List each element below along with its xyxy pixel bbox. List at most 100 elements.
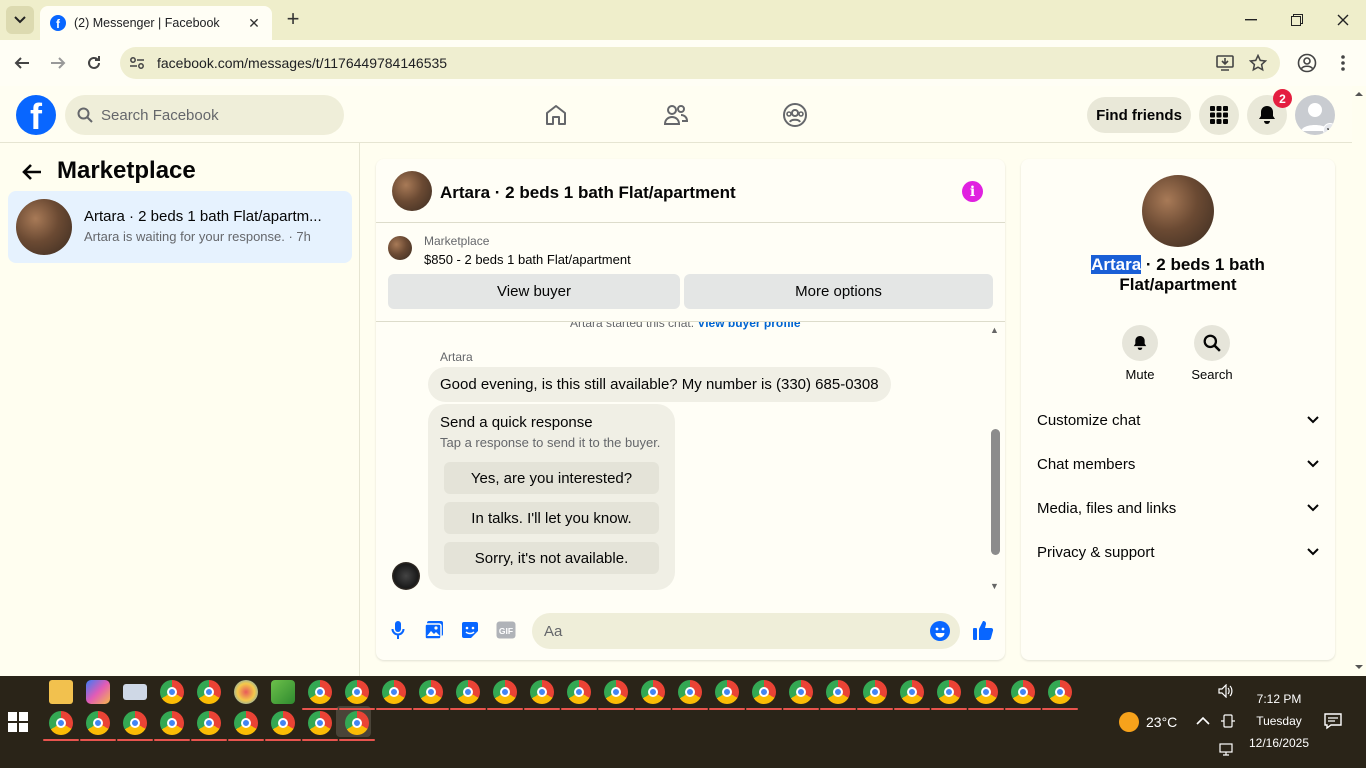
new-tab-plus-icon[interactable]: + — [282, 8, 304, 30]
file-explorer-icon[interactable] — [49, 680, 73, 704]
clock-time[interactable]: 7:12 PM — [1248, 692, 1310, 706]
more-options-button[interactable]: More options — [684, 274, 993, 309]
search-input[interactable] — [101, 106, 321, 124]
photo-icon[interactable] — [423, 619, 445, 641]
message-input-field[interactable] — [532, 613, 960, 649]
customize-chat-section[interactable]: Customize chat — [1037, 398, 1319, 442]
chrome-taskbar-icon[interactable] — [228, 711, 264, 741]
scroll-up-arrow-icon[interactable]: ▲ — [990, 325, 999, 335]
chrome-taskbar-icon[interactable] — [1005, 680, 1041, 710]
friends-icon[interactable] — [661, 100, 691, 130]
conversation-item[interactable]: Artara · 2 beds 1 bath Flat/apartm... Ar… — [8, 191, 352, 263]
minimize-window-icon[interactable] — [1228, 0, 1274, 40]
account-avatar[interactable] — [1295, 95, 1335, 135]
chrome-taskbar-icon[interactable] — [154, 711, 190, 741]
chrome-taskbar-icon[interactable] — [487, 680, 523, 710]
tab-close-icon[interactable]: ✕ — [246, 15, 262, 32]
chrome-taskbar-icon[interactable] — [635, 680, 671, 710]
browser-tab-messenger[interactable]: f (2) Messenger | Facebook ✕ — [40, 6, 272, 40]
chrome-taskbar-icon[interactable] — [43, 711, 79, 741]
address-bar[interactable]: facebook.com/messages/t/1176449784146535 — [120, 47, 1280, 79]
chrome-taskbar-icon[interactable] — [80, 711, 116, 741]
scroll-down-arrow-icon[interactable]: ▼ — [990, 581, 999, 591]
chrome-taskbar-icon[interactable] — [450, 680, 486, 710]
listing-thumbnail[interactable] — [392, 171, 432, 211]
chat-members-section[interactable]: Chat members — [1037, 442, 1319, 486]
quick-response-option[interactable]: In talks. I'll let you know. — [444, 502, 659, 534]
clock-date[interactable]: 12/16/2025 — [1242, 736, 1316, 750]
sticker-icon[interactable] — [459, 619, 481, 641]
restore-window-icon[interactable] — [1274, 0, 1320, 40]
game-icon[interactable] — [271, 680, 295, 704]
chrome-taskbar-icon[interactable] — [894, 680, 930, 710]
quick-response-option[interactable]: Yes, are you interested? — [444, 462, 659, 494]
back-arrow-icon[interactable] — [20, 160, 44, 184]
info-icon[interactable]: i — [962, 181, 983, 202]
network-icon[interactable] — [1219, 743, 1235, 757]
bookmark-star-icon[interactable] — [1246, 51, 1270, 75]
search-in-conversation-button[interactable]: Search — [1182, 325, 1242, 382]
facebook-logo[interactable]: f — [16, 95, 56, 135]
clock-day[interactable]: Tuesday — [1248, 714, 1310, 728]
groups-icon[interactable] — [780, 100, 810, 130]
chrome-taskbar-icon[interactable] — [339, 680, 375, 710]
scroll-down-arrow-icon[interactable] — [1352, 662, 1366, 672]
quick-response-option[interactable]: Sorry, it's not available. — [444, 542, 659, 574]
chrome-taskbar-icon[interactable] — [160, 680, 184, 704]
weather-sun-icon[interactable] — [1119, 712, 1139, 732]
chrome-taskbar-icon[interactable] — [672, 680, 708, 710]
page-scrollbar[interactable] — [1352, 86, 1366, 676]
emoji-icon[interactable] — [930, 621, 950, 641]
scrollbar-thumb[interactable] — [991, 429, 1000, 555]
browser-menu-icon[interactable] — [1331, 51, 1355, 75]
chrome-taskbar-icon[interactable] — [117, 711, 153, 741]
chrome-taskbar-icon[interactable] — [524, 680, 560, 710]
chat-title[interactable]: Artara · 2 beds 1 bath Flat/apartment — [440, 183, 736, 203]
chrome-taskbar-icon[interactable] — [820, 680, 856, 710]
chrome-taskbar-icon[interactable] — [746, 680, 782, 710]
chrome-taskbar-icon[interactable] — [561, 680, 597, 710]
message-input[interactable] — [544, 622, 914, 640]
tab-search-button[interactable] — [6, 6, 34, 34]
notification-center-icon[interactable] — [1324, 712, 1342, 730]
keyboard-icon[interactable] — [123, 684, 147, 700]
chrome-taskbar-icon[interactable] — [302, 711, 338, 741]
message-scrollbar[interactable]: ▲ ▼ — [988, 325, 1002, 595]
view-buyer-profile-link[interactable]: View buyer profile — [697, 322, 800, 330]
view-buyer-button[interactable]: View buyer — [388, 274, 680, 309]
chrome-taskbar-icon[interactable] — [968, 680, 1004, 710]
temperature[interactable]: 23°C — [1146, 714, 1177, 730]
chrome-taskbar-icon[interactable] — [197, 680, 221, 704]
find-friends-button[interactable]: Find friends — [1087, 97, 1191, 133]
listing-thumbnail-large[interactable] — [1142, 175, 1214, 247]
back-arrow-icon[interactable] — [10, 51, 34, 75]
battery-saver-icon[interactable] — [1221, 714, 1235, 728]
profile-icon[interactable] — [1295, 51, 1319, 75]
chrome-taskbar-icon[interactable] — [857, 680, 893, 710]
paint-icon[interactable] — [234, 680, 258, 704]
chrome-taskbar-icon[interactable] — [598, 680, 634, 710]
menu-grid-button[interactable] — [1199, 95, 1239, 135]
privacy-support-section[interactable]: Privacy & support — [1037, 530, 1319, 574]
scroll-up-arrow-icon[interactable] — [1352, 89, 1366, 99]
chrome-taskbar-icon[interactable] — [265, 711, 301, 741]
home-icon[interactable] — [541, 100, 571, 130]
chevron-up-icon[interactable] — [1196, 716, 1210, 726]
microphone-icon[interactable] — [387, 619, 409, 641]
install-app-icon[interactable] — [1213, 51, 1237, 75]
chrome-taskbar-icon[interactable] — [339, 711, 375, 741]
chrome-taskbar-icon[interactable] — [376, 680, 412, 710]
media-files-links-section[interactable]: Media, files and links — [1037, 486, 1319, 530]
chrome-taskbar-icon[interactable] — [1042, 680, 1078, 710]
message-bubble[interactable]: Good evening, is this still available? M… — [428, 367, 891, 402]
copilot-icon[interactable] — [86, 680, 110, 704]
chrome-taskbar-icon[interactable] — [191, 711, 227, 741]
gif-icon[interactable]: GIF — [495, 619, 517, 641]
chrome-taskbar-icon[interactable] — [783, 680, 819, 710]
chrome-taskbar-icon[interactable] — [709, 680, 745, 710]
thumbs-up-icon[interactable] — [972, 619, 994, 641]
sender-avatar[interactable] — [392, 562, 420, 590]
chrome-taskbar-icon[interactable] — [413, 680, 449, 710]
chrome-taskbar-icon[interactable] — [931, 680, 967, 710]
windows-start-icon[interactable] — [8, 712, 28, 732]
